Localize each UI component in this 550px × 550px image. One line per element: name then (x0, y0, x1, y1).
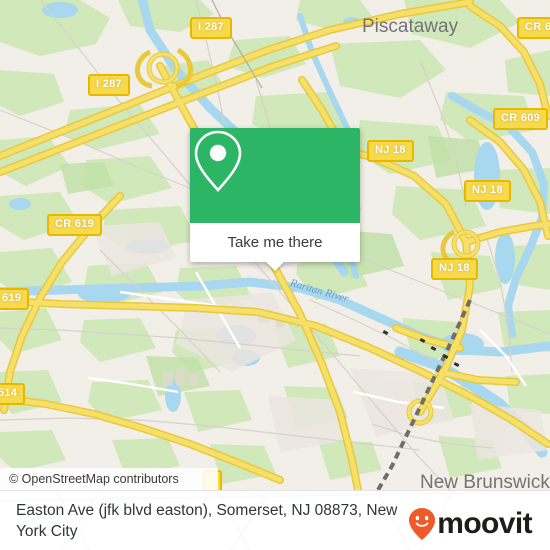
shield-514-edge[interactable]: 514 (0, 383, 26, 405)
moovit-wordmark: moovit (437, 507, 532, 540)
place-label-piscataway: Piscataway (362, 16, 459, 37)
moovit-smiley-pin-icon (409, 508, 436, 540)
screenshot-root: Piscataway New Brunswick Raritan River I… (0, 0, 550, 550)
map-attribution[interactable]: © OpenStreetMap contributors (0, 468, 218, 490)
shield-i287-north[interactable]: I 287 (190, 17, 232, 39)
attribution-text: © OpenStreetMap contributors (9, 472, 179, 486)
shield-619-edge[interactable]: 619 (0, 288, 30, 310)
shield-cr66[interactable]: CR 66 (517, 17, 550, 39)
shield-nj18-south[interactable]: NJ 18 (431, 258, 478, 280)
popup-pin-panel (190, 128, 360, 223)
moovit-logo[interactable]: moovit (407, 507, 533, 541)
popup-pointer (265, 261, 285, 271)
shield-i287-west[interactable]: I 287 (88, 74, 130, 96)
map-canvas[interactable]: Piscataway New Brunswick Raritan River I… (0, 0, 550, 490)
map-pin-icon (194, 130, 242, 192)
shield-nj18-east[interactable]: NJ 18 (464, 180, 511, 202)
place-label-new-brunswick: New Brunswick (420, 472, 550, 490)
shield-cr619[interactable]: CR 619 (47, 214, 103, 236)
footer-bar: Easton Ave (jfk blvd easton), Somerset, … (0, 490, 550, 550)
page-title: Easton Ave (jfk blvd easton), Somerset, … (16, 502, 398, 540)
shield-nj18-north[interactable]: NJ 18 (367, 140, 414, 162)
destination-popup-card[interactable]: Take me there (190, 128, 360, 271)
take-me-there-button[interactable]: Take me there (190, 223, 360, 262)
take-me-there-label: Take me there (227, 234, 323, 251)
shield-cr609[interactable]: CR 609 (493, 108, 549, 130)
